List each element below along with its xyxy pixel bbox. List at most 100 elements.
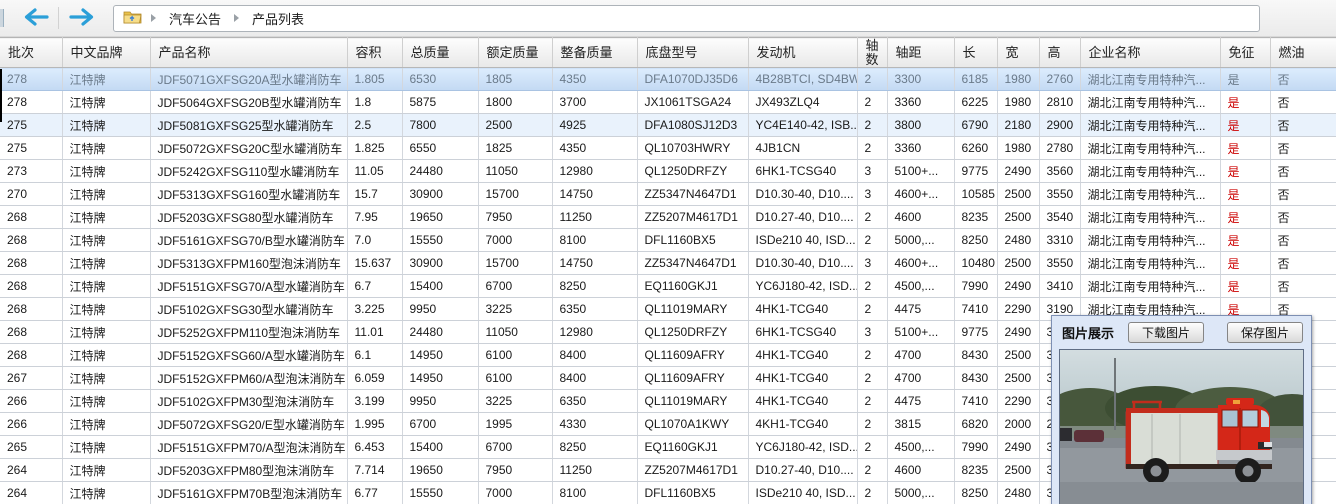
cell-engine: JX493ZLQ4 (748, 91, 857, 114)
cell-width: 2000 (997, 413, 1039, 436)
cell-exempt: 是 (1220, 68, 1270, 91)
cell-volume: 7.714 (347, 459, 402, 482)
cell-length: 8235 (954, 206, 997, 229)
back-button[interactable] (12, 3, 58, 33)
cell-axle-count: 3 (857, 321, 887, 344)
cell-rated-mass: 7950 (478, 206, 552, 229)
cell-wheelbase: 3800 (887, 114, 954, 137)
cell-length: 6260 (954, 137, 997, 160)
cell-volume: 11.05 (347, 160, 402, 183)
cell-total-mass: 15400 (402, 275, 478, 298)
column-header-exempt[interactable]: 免征 (1220, 38, 1270, 68)
table-row[interactable]: 268江特牌JDF5151GXFSG70/A型水罐消防车6.7154006700… (0, 275, 1336, 298)
cell-rated-mass: 6700 (478, 436, 552, 459)
table-row[interactable]: 268江特牌JDF5313GXFPM160型泡沫消防车15.6373090015… (0, 252, 1336, 275)
cell-height: 2780 (1039, 137, 1080, 160)
table-row[interactable]: 273江特牌JDF5242GXFSG110型水罐消防车11.0524480110… (0, 160, 1336, 183)
table-row[interactable]: 278江特牌JDF5064GXFSG20B型水罐消防车1.85875180037… (0, 91, 1336, 114)
column-header-fuel[interactable]: 燃油 (1270, 38, 1336, 68)
cell-length: 8250 (954, 482, 997, 504)
cell-height: 3410 (1039, 275, 1080, 298)
column-header-width[interactable]: 宽 (997, 38, 1039, 68)
column-header-axle-count[interactable]: 轴数 (857, 38, 887, 68)
table-row[interactable]: 270江特牌JDF5313GXFSG160型水罐消防车15.7309001570… (0, 183, 1336, 206)
cell-product-name: JDF5242GXFSG110型水罐消防车 (150, 160, 347, 183)
column-header-wheelbase[interactable]: 轴距 (887, 38, 954, 68)
cell-brand: 江特牌 (62, 183, 150, 206)
cell-fuel: 否 (1270, 160, 1336, 183)
cell-company: 湖北江南专用特种汽... (1080, 206, 1220, 229)
cell-wheelbase: 4600 (887, 206, 954, 229)
folder-icon[interactable] (123, 9, 142, 27)
cell-total-mass: 7800 (402, 114, 478, 137)
cell-product-name: JDF5151GXFPM70/A型泡沫消防车 (150, 436, 347, 459)
cell-curb-mass: 4350 (552, 68, 637, 91)
column-header-product-name[interactable]: 产品名称 (150, 38, 347, 68)
cell-engine: D10.30-40, D10.... (748, 252, 857, 275)
download-image-button[interactable]: 下载图片 (1128, 322, 1204, 343)
cell-rated-mass: 1995 (478, 413, 552, 436)
cell-curb-mass: 4350 (552, 137, 637, 160)
column-header-rated-mass[interactable]: 额定质量 (478, 38, 552, 68)
table-row[interactable]: 278江特牌JDF5071GXFSG20A型水罐消防车1.80565301805… (0, 68, 1336, 91)
cell-batch: 268 (0, 298, 62, 321)
cell-engine: ISDe210 40, ISD... (748, 229, 857, 252)
table-row[interactable]: 268江特牌JDF5161GXFSG70/B型水罐消防车7.0155507000… (0, 229, 1336, 252)
cell-company: 湖北江南专用特种汽... (1080, 275, 1220, 298)
cell-product-name: JDF5152GXFSG60/A型水罐消防车 (150, 344, 347, 367)
column-header-brand[interactable]: 中文品牌 (62, 38, 150, 68)
forward-button[interactable] (59, 3, 105, 33)
cell-rated-mass: 6700 (478, 275, 552, 298)
column-header-engine[interactable]: 发动机 (748, 38, 857, 68)
table-row[interactable]: 275江特牌JDF5072GXFSG20C型水罐消防车1.82565501825… (0, 137, 1336, 160)
cell-height: 2760 (1039, 68, 1080, 91)
column-header-length[interactable]: 长 (954, 38, 997, 68)
cell-chassis-model: DFA1080SJ12D3 (637, 114, 748, 137)
cell-product-name: JDF5151GXFSG70/A型水罐消防车 (150, 275, 347, 298)
column-header-batch[interactable]: 批次 (0, 38, 62, 68)
cell-engine: ISDe210 40, ISD... (748, 482, 857, 504)
table-row[interactable]: 268江特牌JDF5203GXFSG80型水罐消防车7.951965079501… (0, 206, 1336, 229)
cell-length: 9775 (954, 160, 997, 183)
cell-engine: 4HK1-TCG40 (748, 344, 857, 367)
cell-engine: YC4E140-42, ISB... (748, 114, 857, 137)
cell-chassis-model: QL11609AFRY (637, 367, 748, 390)
cell-batch: 278 (0, 91, 62, 114)
cell-brand: 江特牌 (62, 298, 150, 321)
cell-wheelbase: 3360 (887, 91, 954, 114)
cell-brand: 江特牌 (62, 482, 150, 504)
breadcrumb-item-auto-notice[interactable]: 汽车公告 (165, 7, 225, 30)
cell-curb-mass: 6350 (552, 390, 637, 413)
column-header-chassis-model[interactable]: 底盘型号 (637, 38, 748, 68)
cell-batch: 267 (0, 367, 62, 390)
cell-axle-count: 3 (857, 160, 887, 183)
table-row[interactable]: 275江特牌JDF5081GXFSG25型水罐消防车2.578002500492… (0, 114, 1336, 137)
cell-length: 10585 (954, 183, 997, 206)
column-header-volume[interactable]: 容积 (347, 38, 402, 68)
cell-batch: 278 (0, 68, 62, 91)
column-header-curb-mass[interactable]: 整备质量 (552, 38, 637, 68)
cell-chassis-model: ZZ5207M4617D1 (637, 206, 748, 229)
cell-length: 6185 (954, 68, 997, 91)
cell-curb-mass: 14750 (552, 252, 637, 275)
cell-engine: 4B28BTCI, SD4BW... (748, 68, 857, 91)
cell-rated-mass: 7000 (478, 229, 552, 252)
cell-batch: 266 (0, 413, 62, 436)
column-header-total-mass[interactable]: 总质量 (402, 38, 478, 68)
column-header-height[interactable]: 高 (1039, 38, 1080, 68)
cell-company: 湖北江南专用特种汽... (1080, 137, 1220, 160)
cell-length: 10480 (954, 252, 997, 275)
cell-axle-count: 2 (857, 459, 887, 482)
cell-total-mass: 19650 (402, 459, 478, 482)
cell-width: 1980 (997, 137, 1039, 160)
breadcrumb-item-product-list[interactable]: 产品列表 (248, 7, 308, 30)
cell-brand: 江特牌 (62, 459, 150, 482)
cell-wheelbase: 4700 (887, 344, 954, 367)
cell-total-mass: 5875 (402, 91, 478, 114)
column-header-company[interactable]: 企业名称 (1080, 38, 1220, 68)
save-image-button[interactable]: 保存图片 (1227, 322, 1303, 343)
cell-width: 2480 (997, 482, 1039, 504)
cell-curb-mass: 8250 (552, 436, 637, 459)
cell-volume: 1.825 (347, 137, 402, 160)
cell-fuel: 否 (1270, 252, 1336, 275)
